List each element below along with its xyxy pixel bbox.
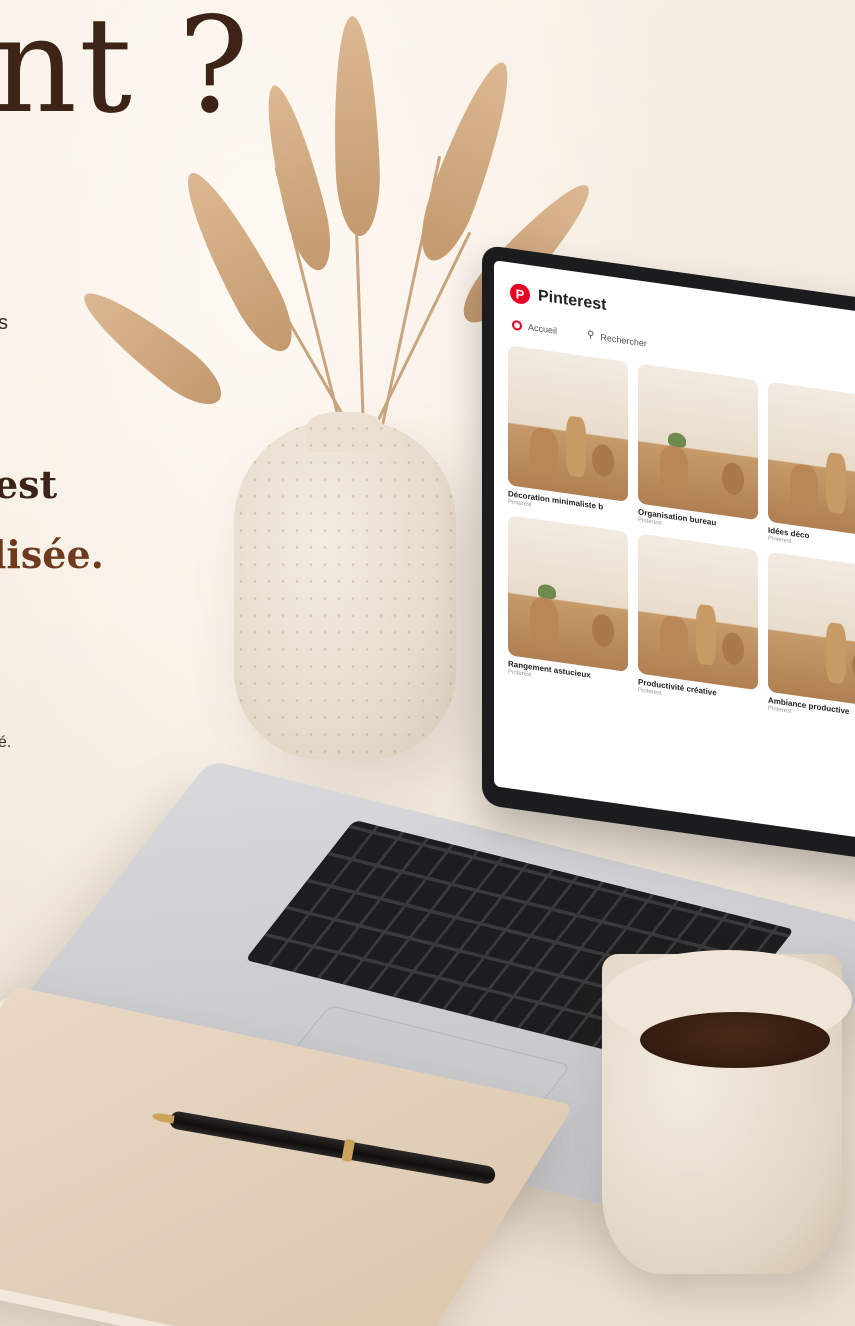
pin-image bbox=[508, 515, 628, 673]
headline-text: nt ? bbox=[0, 0, 251, 143]
pin-card[interactable]: Idées déco Pinterest bbox=[768, 381, 855, 559]
laptop-screen: P Pinterest Accueil ⚲ Rechercher Décorat… bbox=[482, 244, 855, 864]
pin-image bbox=[768, 551, 855, 709]
pin-card[interactable]: Productivité créative Pinterest bbox=[638, 533, 758, 710]
nav-home-label: Accueil bbox=[528, 321, 558, 336]
pinterest-logo-icon[interactable]: P bbox=[510, 282, 530, 306]
pin-card[interactable]: Rangement astucieux Pinterest bbox=[508, 515, 628, 692]
coffee-surface bbox=[640, 1012, 830, 1068]
search-icon: ⚲ bbox=[587, 329, 595, 342]
nav-search-label: Rechercher bbox=[600, 331, 647, 349]
subheading-accent-fragment: lisée. bbox=[0, 532, 104, 577]
pinterest-app-window: P Pinterest Accueil ⚲ Rechercher Décorat… bbox=[494, 260, 855, 844]
nav-home[interactable]: Accueil bbox=[512, 319, 558, 336]
home-icon bbox=[512, 319, 522, 331]
ceramic-vase bbox=[234, 412, 456, 760]
pin-image bbox=[508, 345, 628, 503]
pin-image bbox=[768, 381, 855, 539]
pin-image bbox=[638, 363, 758, 521]
nav-search[interactable]: ⚲ Rechercher bbox=[587, 329, 647, 348]
pin-grid: Décoration minimaliste b Pinterest Organ… bbox=[494, 339, 855, 734]
pin-card[interactable]: Décoration minimaliste b Pinterest bbox=[508, 345, 628, 522]
body-text-fragment-2: é. bbox=[0, 734, 12, 751]
photo-scene: nt ? s est lisée. é. P Pinterest Accueil… bbox=[0, 0, 855, 1326]
app-title: Pinterest bbox=[538, 287, 607, 314]
pin-card[interactable]: Organisation bureau Pinterest bbox=[638, 363, 758, 540]
pin-card[interactable]: Ambiance productive Pinterest bbox=[768, 551, 855, 729]
pin-image bbox=[638, 533, 758, 691]
body-text-fragment: s bbox=[0, 312, 8, 334]
subheading-fragment: est bbox=[0, 462, 58, 507]
